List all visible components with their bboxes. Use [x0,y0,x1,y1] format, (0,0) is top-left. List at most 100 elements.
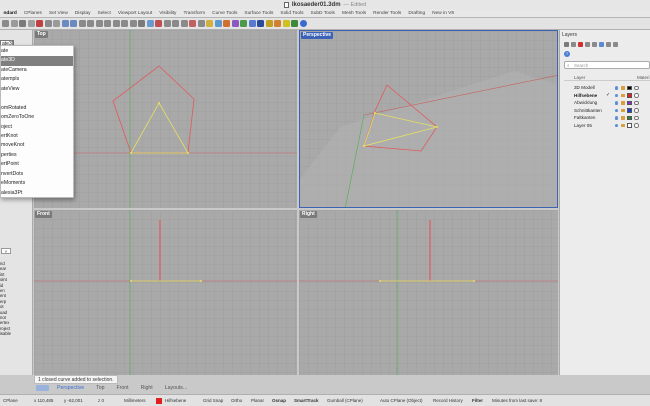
curve-icon[interactable] [172,20,179,27]
menu-item[interactable]: ertKnot [1,132,73,141]
layer-color-swatch[interactable] [627,93,632,98]
layer-name[interactable]: Abwicklung [574,99,597,107]
menu-item-selected[interactable]: ate3D [1,56,73,66]
lock-icon[interactable] [621,86,625,90]
layer-row[interactable]: Abwicklung [564,99,650,107]
layer-name[interactable]: Faltkanten [574,114,595,122]
undo-icon[interactable] [61,20,69,27]
viewport-label-right[interactable]: Right [300,211,317,218]
status-osnap[interactable]: Osnap [272,398,286,403]
material-swatch[interactable] [634,115,639,120]
four-viewports-icon[interactable] [138,20,145,27]
status-current-layer[interactable]: Hilfsebene [165,398,186,403]
menu-item[interactable]: atempls [1,75,73,84]
layer-row[interactable]: Faltkanten [564,114,650,122]
undo-view-icon[interactable] [129,20,137,27]
visibility-bulb-icon[interactable] [615,101,618,105]
light-icon[interactable] [206,20,213,27]
status-smarttrack[interactable]: SmartTrack [294,398,319,403]
ghosted-icon[interactable] [248,20,256,27]
viewport-perspective[interactable]: Perspective [299,30,558,208]
status-planar[interactable]: Planar [251,398,264,403]
redo-icon[interactable] [70,20,77,27]
status-units[interactable]: Millimeters [124,398,146,403]
move-down-icon[interactable] [592,42,597,47]
status-cplane[interactable]: CPlane [3,398,18,403]
zoom-window-icon[interactable] [104,20,111,27]
options-icon[interactable] [282,20,290,27]
menu-item[interactable]: moveKnot [1,141,73,150]
delete-layer-icon[interactable] [578,42,583,47]
tab-new-in-v8[interactable]: New in V8 [429,11,458,16]
layer-tools-icon[interactable] [606,42,611,47]
layer-row[interactable]: Hilfsebene ✓ [564,92,650,100]
tab-select[interactable]: Select [94,11,114,16]
menu-item[interactable]: omRotated [1,104,73,113]
osnap-filter[interactable]: Y [1,248,11,254]
menu-item[interactable]: eMoments [1,179,73,188]
tab-subd-tools[interactable]: SubD Tools [307,11,338,16]
tab-set-view[interactable]: Set View [45,11,71,16]
tab-drafting[interactable]: Drafting [405,11,429,16]
layer-name[interactable]: 3D Modell [574,84,595,92]
filter-icon[interactable] [599,42,604,47]
layer-search-input[interactable]: ⌕ Search [564,61,650,69]
tab-cplanes[interactable]: CPlanes [20,11,45,16]
copy-icon[interactable] [44,20,52,27]
tab-transform[interactable]: Transform [180,11,209,16]
layer-color-swatch[interactable] [627,100,632,105]
tab-mesh-tools[interactable]: Mesh Tools [338,11,369,16]
viewport-tab-front[interactable]: Front [110,385,134,391]
viewport-front[interactable]: Front [34,210,297,375]
status-filter[interactable]: Filter [472,398,483,403]
move-up-icon[interactable] [585,42,590,47]
layer-name[interactable]: Layer 05 [574,122,592,130]
tab-surface-tools[interactable]: Surface Tools [241,11,277,16]
layer-icon[interactable] [257,20,264,27]
layer-row[interactable]: 3D Modell [564,84,650,92]
viewport-tab-right[interactable]: Right [135,385,159,391]
menu-item[interactable] [1,94,73,103]
save-icon[interactable] [19,20,26,27]
status-ortho[interactable]: Ortho [231,398,242,403]
circle-icon[interactable] [180,20,188,27]
surface-icon[interactable] [189,20,196,27]
menu-item[interactable]: ertPoint [1,160,73,169]
layer-color-swatch[interactable] [627,115,632,120]
status-gumball[interactable]: Gumball (CPlane) [327,398,363,403]
osnap-item[interactable]: isable [0,331,12,336]
grasshopper-icon[interactable] [291,20,298,27]
rotate-view-icon[interactable] [87,20,94,27]
menu-item[interactable]: nvertDots [1,170,73,179]
viewport-label-front[interactable]: Front [35,211,52,218]
layer-color-swatch[interactable] [627,85,632,90]
tab-display[interactable]: Display [71,11,94,16]
tab-solid-tools[interactable]: Solid Tools [277,11,307,16]
new-sublayer-icon[interactable] [571,42,576,47]
status-record-history[interactable]: Record History [433,398,463,403]
material-swatch[interactable] [634,123,639,128]
paste-icon[interactable] [53,20,60,27]
open-file-icon[interactable] [10,20,18,27]
material-icon[interactable] [223,20,230,27]
shaded-icon[interactable] [231,20,239,27]
tab-curve-tools[interactable]: Curve Tools [209,11,241,16]
layer-color-swatch[interactable] [627,108,632,113]
zoom-icon[interactable] [95,20,103,27]
menu-item[interactable]: alesia3Pt [1,189,73,198]
viewport-tab-controls-icon[interactable] [36,385,49,391]
grid-icon[interactable] [146,20,154,27]
lock-icon[interactable] [621,108,625,112]
lock-icon[interactable] [621,101,625,105]
render-icon[interactable] [214,20,222,27]
rendered-icon[interactable] [240,20,247,27]
help-icon[interactable] [299,20,307,27]
layer-menu-icon[interactable] [613,42,618,47]
viewport-label-top[interactable]: Top [35,31,48,38]
layer-row[interactable]: Layer 05 [564,122,650,130]
select-icon[interactable] [155,20,162,27]
material-swatch[interactable] [634,85,639,90]
visibility-bulb-icon[interactable] [615,116,618,120]
menu-item[interactable]: perties [1,151,73,160]
help-circle-icon[interactable]: ? [564,51,570,57]
